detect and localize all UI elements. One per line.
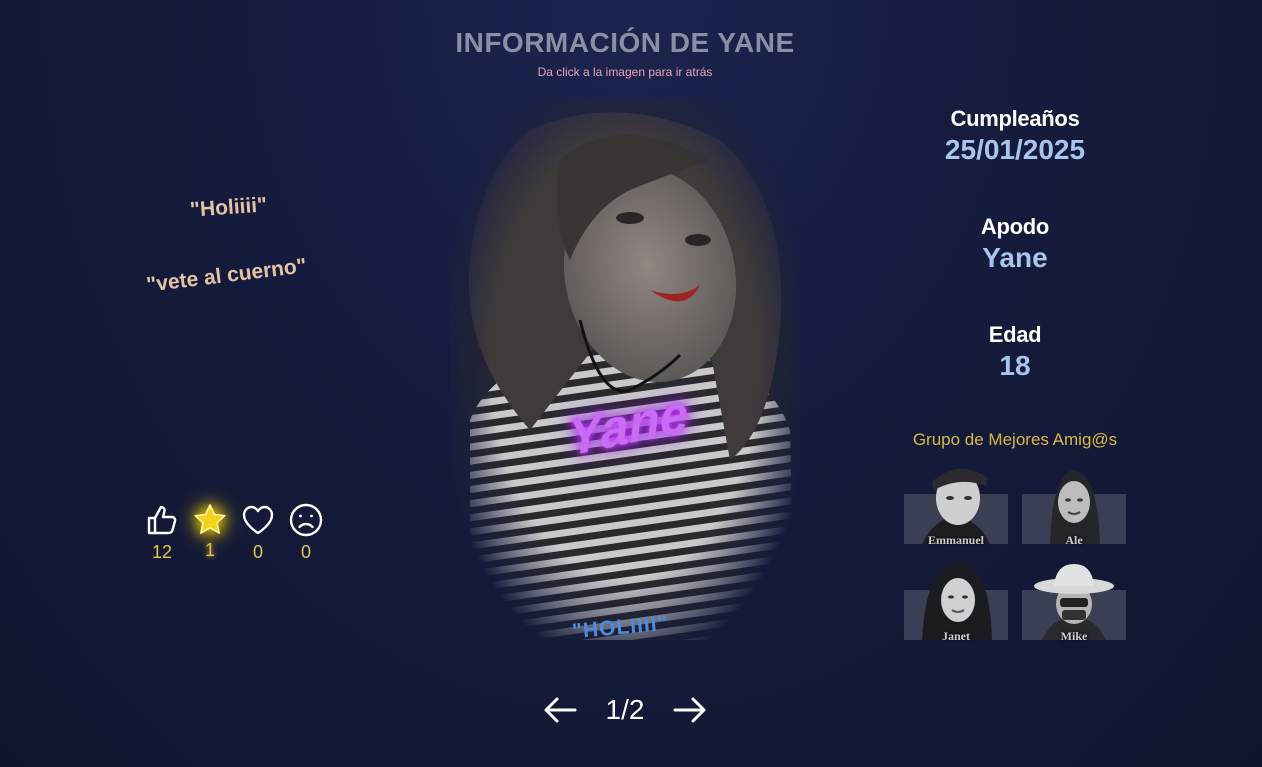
sad-count: 0 [300, 542, 311, 562]
friends-title: Grupo de Mejores Amig@s [912, 430, 1118, 449]
friend-card-ale[interactable]: Ale [1022, 464, 1126, 547]
star-count: 1 [204, 540, 215, 560]
page-title: INFORMACIÓN DE YANE [455, 27, 795, 58]
nickname-section: Apodo Yane [900, 214, 1130, 274]
birthday-value: 25/01/2025 [944, 134, 1086, 165]
like-reaction-button[interactable]: 12 [142, 502, 182, 563]
sad-reaction-button[interactable]: 0 [286, 502, 326, 563]
friend-card-mike[interactable]: Mike [1022, 560, 1126, 643]
birthday-label: Cumpleaños [950, 106, 1080, 131]
birthday-section: Cumpleaños 25/01/2025 [900, 106, 1130, 166]
page-indicator: 1/2 [605, 694, 645, 725]
reactions-bar: 12 1 0 0 [142, 502, 326, 563]
friend-avatar [904, 562, 1008, 640]
pagination: 1/2 [540, 690, 710, 730]
friend-avatar [904, 468, 1008, 544]
like-count: 12 [151, 542, 173, 562]
heart-reaction-button[interactable]: 0 [238, 502, 278, 563]
sad-face-icon [289, 503, 323, 537]
quote-2: "vete al cuerno" [145, 254, 308, 297]
age-label: Edad [988, 322, 1042, 347]
friend-avatar [1022, 470, 1126, 544]
quote-1: "Holiiii" [189, 193, 268, 222]
nickname-value: Yane [982, 242, 1048, 273]
star-icon [194, 504, 226, 534]
heart-count: 0 [252, 542, 263, 562]
friend-avatar [1022, 564, 1126, 640]
heart-icon [242, 505, 274, 535]
arrow-left-icon [544, 697, 577, 723]
nickname-label: Apodo [980, 214, 1050, 239]
arrow-right-icon [673, 697, 706, 723]
profile-photo[interactable] [450, 100, 800, 640]
friend-name: Janet [942, 629, 970, 643]
star-reaction-button[interactable]: 1 [190, 502, 230, 563]
age-value: 18 [999, 350, 1031, 381]
friend-card-emmanuel[interactable]: Emmanuel [904, 464, 1008, 547]
page-subtitle: Da click a la imagen para ir atrás [537, 65, 713, 79]
friend-name: Ale [1065, 533, 1083, 547]
age-section: Edad 18 [900, 322, 1130, 382]
friend-card-janet[interactable]: Janet [904, 560, 1008, 643]
thumbs-up-icon [147, 505, 177, 535]
next-page-button[interactable] [670, 690, 710, 730]
profile-photo-image [450, 100, 800, 640]
friend-name: Mike [1060, 629, 1088, 643]
previous-page-button[interactable] [540, 690, 580, 730]
friend-name: Emmanuel [927, 533, 984, 547]
